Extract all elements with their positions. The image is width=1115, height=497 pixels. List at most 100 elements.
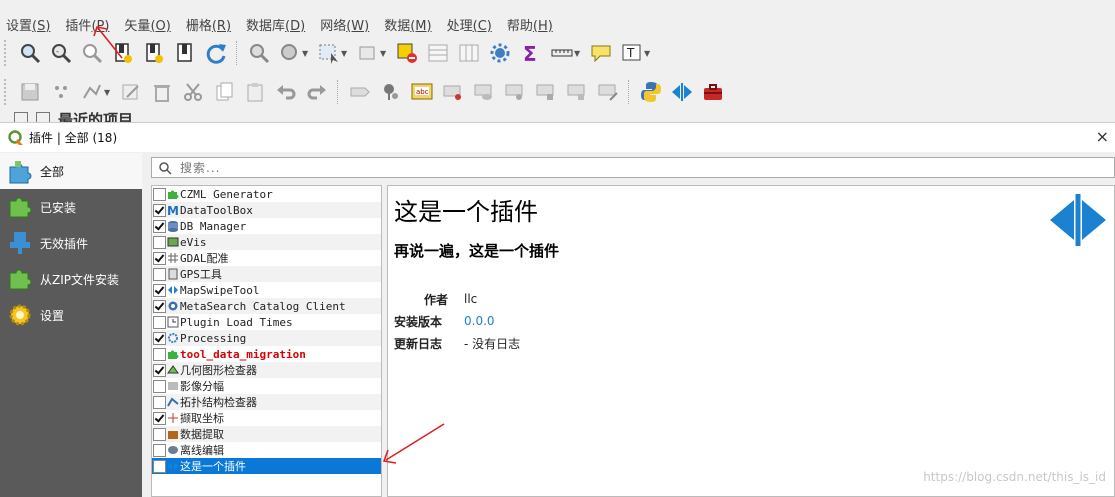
save-edits-icon[interactable] xyxy=(16,79,43,106)
plugin-row[interactable]: 几何图形检查器 xyxy=(152,362,381,378)
search-field[interactable] xyxy=(151,157,1115,178)
plugin-row[interactable]: 影像分幅 xyxy=(152,378,381,394)
plugin-row[interactable]: Plugin Load Times xyxy=(152,314,381,330)
plugin-row[interactable]: tool_data_migration xyxy=(152,346,381,362)
plugin-checkbox[interactable] xyxy=(153,283,166,297)
plugin-checkbox[interactable] xyxy=(153,187,166,201)
python-console-icon[interactable] xyxy=(637,79,664,106)
select-features-icon[interactable] xyxy=(315,40,342,67)
plugin-row[interactable]: M DataToolBox xyxy=(152,202,381,218)
plugin-checkbox[interactable] xyxy=(153,427,166,441)
zoom-icon[interactable]: - xyxy=(47,40,74,67)
select-by-value-icon[interactable] xyxy=(354,40,381,67)
plugin-checkbox[interactable] xyxy=(153,363,166,377)
plugin-checkbox[interactable] xyxy=(153,411,166,425)
plugin-checkbox[interactable] xyxy=(153,443,166,457)
search-input[interactable] xyxy=(178,159,1114,176)
menu-item[interactable]: 数据(M) xyxy=(378,15,440,34)
rotate-label-icon[interactable] xyxy=(501,79,528,106)
toolbar-grip[interactable] xyxy=(4,79,10,105)
attribute-table-icon[interactable] xyxy=(424,40,451,67)
sidebar-item[interactable]: 已安装 xyxy=(0,189,142,225)
plugin-row[interactable]: GPS工具 xyxy=(152,266,381,282)
sidebar-item[interactable]: 无效插件 xyxy=(0,225,142,261)
changelog-row: 更新日志 - 没有日志 xyxy=(394,332,520,354)
delete-icon[interactable] xyxy=(148,79,175,106)
run-action-icon[interactable] xyxy=(276,40,303,67)
zoom-out-icon[interactable] xyxy=(78,40,105,67)
menu-item[interactable]: 处理(C) xyxy=(441,15,501,34)
menu-item[interactable]: 插件(P) xyxy=(59,15,118,34)
field-calculator-icon[interactable] xyxy=(455,40,482,67)
plugin-row[interactable]: 撷取坐标 xyxy=(152,410,381,426)
plugin-checkbox[interactable] xyxy=(153,267,166,281)
add-line-icon[interactable] xyxy=(78,79,105,106)
menu-item[interactable]: 数据库(D) xyxy=(240,15,314,34)
refresh-icon[interactable] xyxy=(202,40,229,67)
mapswipe-tool-icon[interactable] xyxy=(668,79,695,106)
show-hide-labels-icon[interactable] xyxy=(470,79,497,106)
plugin-row[interactable]: MetaSearch Catalog Client xyxy=(152,298,381,314)
cut-icon[interactable] xyxy=(179,79,206,106)
identify-features-icon[interactable] xyxy=(245,40,272,67)
plugin-row[interactable]: 拓扑结构检查器 xyxy=(152,394,381,410)
sidebar-item[interactable]: 从ZIP文件安装 xyxy=(0,261,142,297)
plugin-row[interactable]: 离线编辑 xyxy=(152,442,381,458)
toolbox-briefcase-icon[interactable] xyxy=(699,79,726,106)
redo-icon[interactable] xyxy=(303,79,330,106)
map-tips-icon[interactable] xyxy=(587,40,614,67)
label-icon[interactable] xyxy=(346,79,373,106)
menu-item[interactable]: 设置(S) xyxy=(0,15,59,34)
pin-labels-icon[interactable] xyxy=(377,79,404,106)
plugin-row[interactable]: Processing xyxy=(152,330,381,346)
label-pen-icon[interactable] xyxy=(594,79,621,106)
edit-pencil-icon[interactable] xyxy=(117,79,144,106)
change-label-icon[interactable] xyxy=(532,79,559,106)
label-highlight-icon[interactable]: abc xyxy=(408,79,435,106)
plugin-list[interactable]: CZML Generator M DataToolBox DB Manager eVis… xyxy=(151,185,382,497)
plugin-row[interactable]: eVis xyxy=(152,234,381,250)
plugin-row[interactable]: DB Manager xyxy=(152,218,381,234)
plugin-checkbox[interactable] xyxy=(153,379,166,393)
plugin-checkbox[interactable] xyxy=(153,235,166,249)
plugin-row[interactable]: GDAL配准 xyxy=(152,250,381,266)
plugin-row[interactable]: MapSwipeTool xyxy=(152,282,381,298)
paste-icon[interactable] xyxy=(241,79,268,106)
copy-icon[interactable] xyxy=(210,79,237,106)
changelog-label: 更新日志 xyxy=(394,336,443,351)
plugin-checkbox[interactable] xyxy=(153,299,166,313)
bookmark-icon[interactable] xyxy=(171,40,198,67)
statistics-sum-icon[interactable]: Σ xyxy=(517,40,544,67)
undo-icon[interactable] xyxy=(272,79,299,106)
add-point-icon[interactable] xyxy=(47,79,74,106)
plugin-manager-dialog: 插件 | 全部 (18) × 全部已安装无效插件从ZIP文件安装设置 CZML … xyxy=(0,122,1115,497)
plugin-checkbox[interactable] xyxy=(153,219,166,233)
plugin-checkbox[interactable] xyxy=(153,459,166,473)
plugin-checkbox[interactable] xyxy=(153,251,166,265)
menu-item[interactable]: 网络(W) xyxy=(314,15,378,34)
menu-item[interactable]: 帮助(H) xyxy=(501,15,562,34)
plugin-checkbox[interactable] xyxy=(153,203,166,217)
plugin-row[interactable]: CZML Generator xyxy=(152,186,381,202)
new-bookmark-icon[interactable] xyxy=(109,40,136,67)
open-layer-search-icon[interactable] xyxy=(16,40,43,67)
plugin-row[interactable]: 这是一个插件 xyxy=(152,458,381,474)
move-label-icon[interactable] xyxy=(439,79,466,106)
toolbox-gear-icon[interactable] xyxy=(486,40,513,67)
deselect-icon[interactable] xyxy=(393,40,420,67)
label-properties-icon[interactable] xyxy=(563,79,590,106)
text-annotation-icon[interactable]: T xyxy=(618,40,645,67)
plugin-checkbox[interactable] xyxy=(153,395,166,409)
plugin-checkbox[interactable] xyxy=(153,347,166,361)
plugin-checkbox[interactable] xyxy=(153,315,166,329)
measure-icon[interactable] xyxy=(548,40,575,67)
menu-item[interactable]: 矢量(O) xyxy=(118,15,179,34)
toolbar-grip[interactable] xyxy=(4,40,10,66)
close-icon[interactable]: × xyxy=(1096,127,1109,146)
menu-item[interactable]: 栅格(R) xyxy=(180,15,240,34)
plugin-checkbox[interactable] xyxy=(153,331,166,345)
show-bookmarks-icon[interactable] xyxy=(140,40,167,67)
sidebar-item[interactable]: 全部 xyxy=(0,153,142,189)
sidebar-item[interactable]: 设置 xyxy=(0,297,142,333)
plugin-row[interactable]: 数据提取 xyxy=(152,426,381,442)
